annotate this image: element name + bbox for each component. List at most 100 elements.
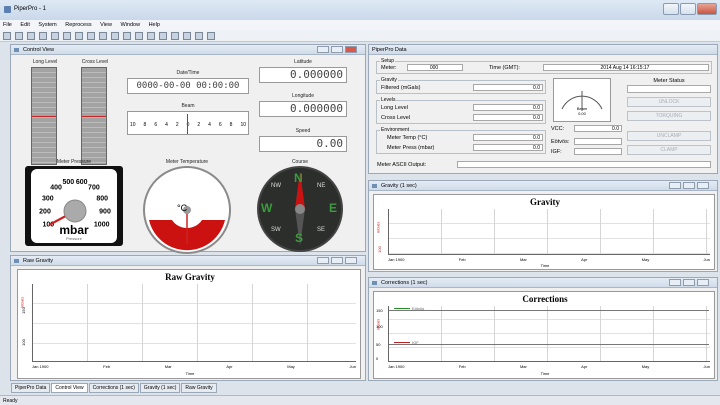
panel-minimize-button[interactable] [317,46,329,53]
window-title: PiperPro - 1 [14,6,47,12]
tab-control-view[interactable]: Control View [51,383,88,393]
status-text: Ready [3,398,18,404]
menu-view[interactable]: View [100,20,112,28]
beam-indicator [187,114,188,134]
eotvos-value [574,138,622,145]
torquing-button[interactable]: TORQUING [627,111,711,121]
cross-level-label: Cross Level [81,59,109,65]
tab-gravity[interactable]: Gravity (1 sec) [139,383,181,393]
piperpro-data-title: PiperPro Data [372,47,407,53]
grid-icon[interactable] [171,32,179,40]
setup-group: Setup Meter: 000 Time (GMT): 2014 Aug 14… [376,58,712,74]
minimize-button[interactable] [663,3,679,15]
play-icon[interactable] [99,32,107,40]
beam-meter: Beam 0.00 [553,78,611,122]
clamp-button[interactable]: CLAMP [627,145,711,155]
panel-close-button[interactable] [345,46,357,53]
meter-press-value: 0.0 [473,144,543,151]
corrections-panel: Corrections (1 sec) Corrections mGals 15… [368,277,718,381]
menu-system[interactable]: System [38,20,56,28]
pressure-unit: mbar [59,223,89,237]
meter-press-label: Meter Press (mbar) [387,145,435,151]
panel-maximize-button[interactable] [331,257,343,264]
pressure-tick-label: 900 [99,209,111,216]
clock-icon[interactable] [183,32,191,40]
raw-ytick-100: 100 [20,339,26,346]
step-icon[interactable] [135,32,143,40]
panel-maximize-button[interactable] [683,279,695,286]
xtick-label: Mar [519,364,527,369]
panel-minimize-button[interactable] [317,257,329,264]
pressure-tick-label: 400 [50,185,62,192]
gravity-chart: Gravity mGals 100 Jan 1900 Feb Mar Apr May Ju… [373,194,715,270]
new-icon[interactable] [3,32,11,40]
menu-file[interactable]: File [3,20,12,28]
tab-corrections[interactable]: Corrections (1 sec) [88,383,139,393]
long-level-value: 0.0 [473,104,543,111]
panel-maximize-button[interactable] [331,46,343,53]
beam-meter-value: 0.00 [578,111,586,116]
panel-icon [372,281,377,285]
raw-gravity-panel: Raw Gravity Raw Gravity mGals 150 100 Ja… [10,255,366,381]
menu-help[interactable]: Help [149,20,160,28]
meter-temp-value: 0.0 [473,134,543,141]
environment-group: Environment Meter Temp (°C) 0.0 Meter Pr… [376,127,546,154]
tab-piperpro-data[interactable]: PiperPro Data [11,383,51,393]
beam-scale: 10 8 6 4 2 0 2 4 6 8 10 [127,111,249,135]
unlock-button[interactable]: UNLOCK [627,97,711,107]
filter-icon[interactable] [75,32,83,40]
cross-level-indicator [82,116,106,117]
chart-icon[interactable] [63,32,71,40]
panel-close-button[interactable] [345,257,357,264]
compass-w: W [261,201,273,215]
panel-maximize-button[interactable] [683,182,695,189]
tab-raw-gravity[interactable]: Raw Gravity [181,383,217,393]
maximize-button[interactable] [680,3,696,15]
ytick-label: 0 [376,356,379,361]
unclamp-button[interactable]: UNCLAMP [627,131,711,141]
raw-xlabel: Time [185,371,195,376]
ytick-label: 50 [376,342,381,347]
compass-e: E [329,201,338,215]
course-label: Course [291,159,309,165]
open-icon[interactable] [15,32,23,40]
filter2-icon[interactable] [87,32,95,40]
gravity-group: Gravity Filtered (mGals) 0.0 [376,77,546,94]
xtick-label: Jun [349,364,356,369]
compass-n: N [294,171,303,185]
refresh-icon[interactable] [147,32,155,40]
close-button[interactable] [697,3,717,15]
menu-edit[interactable]: Edit [20,20,29,28]
panel-minimize-button[interactable] [669,182,681,189]
piperpro-data-panel: PiperPro Data Setup Meter: 000 Time (GMT… [368,44,718,174]
cross-level-field-label: Cross Level [381,115,411,121]
panel-minimize-button[interactable] [669,279,681,286]
flag-icon[interactable] [195,32,203,40]
longitude-label: Longitude [292,93,314,99]
xtick-label: Apr [581,257,588,262]
menu-window[interactable]: Window [120,20,140,28]
menu-reprocess[interactable]: Reprocess [65,20,91,28]
menu-bar: File Edit System Reprocess View Window H… [0,20,720,30]
pressure-tick-label: 600 [76,179,88,186]
beam-tick-row: 10 8 6 4 2 0 2 4 6 8 10 [130,122,246,128]
speed-display: 0.00 [259,136,347,152]
help-icon[interactable] [207,32,215,40]
save-all-icon[interactable] [39,32,47,40]
eotvos-series-line [389,310,709,311]
xtick-label: Jan 1900 [388,257,405,262]
config-icon[interactable] [51,32,59,40]
panel-close-button[interactable] [697,182,709,189]
time-value: 2014 Aug 14 16:15:17 [543,64,709,71]
beam-tick-label: 4 [208,122,211,128]
save-icon[interactable] [27,32,35,40]
meter-value: 000 [407,64,463,71]
zoom-icon[interactable] [159,32,167,40]
panel-close-button[interactable] [697,279,709,286]
pause-icon[interactable] [123,32,131,40]
xtick-label: May [287,364,295,369]
beam-tick-label: 10 [130,122,136,128]
beam-tick-label: 10 [240,122,246,128]
stop-icon[interactable] [111,32,119,40]
xtick-label: May [641,364,650,369]
